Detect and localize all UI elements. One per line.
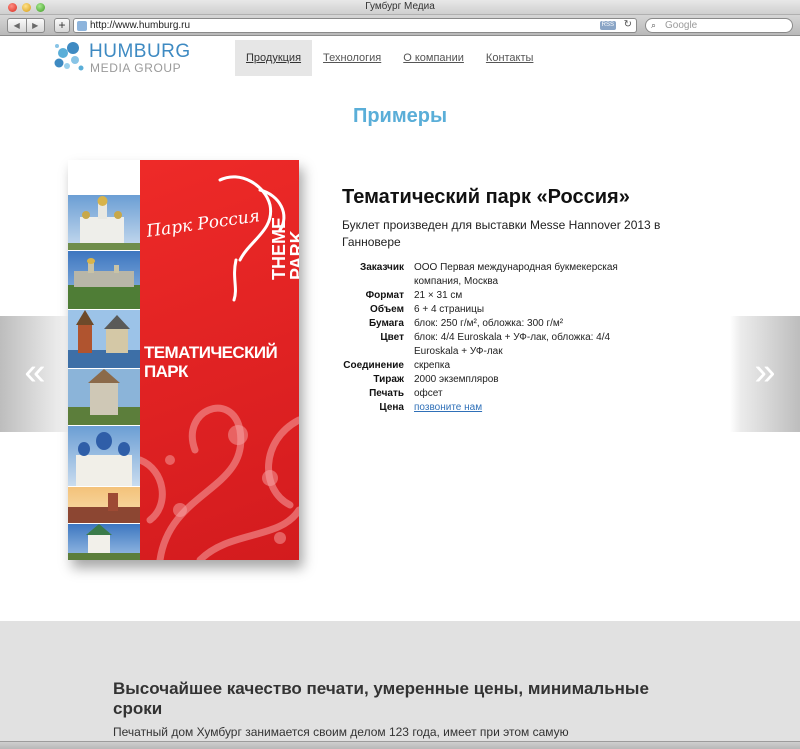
spec-row-run: Тираж 2000 экземпляров (342, 373, 642, 387)
spec-row-binding: Соединение скрепка (342, 359, 642, 373)
photo-strip (68, 195, 140, 560)
call-us-link[interactable]: позвоните нам (414, 402, 482, 413)
back-button[interactable]: ◀ (8, 19, 27, 32)
spec-value-price: позвоните нам (414, 401, 640, 415)
spec-value: 21 × 31 см (414, 290, 463, 301)
booklet-title-line2: ПАРК (144, 362, 188, 381)
spec-row-paper: Бумага блок: 250 г/м², обложка: 300 г/м² (342, 317, 642, 331)
spec-label: Печать (369, 388, 404, 399)
band-text: Печатный дом Хумбург занимается своим де… (113, 725, 569, 739)
booklet-image: Парк Россия THEME PARK ТЕМАТИЧЕСКИЙ ПАРК (68, 160, 299, 560)
double-chevron-left-icon: « (24, 351, 46, 393)
section-title: Примеры (352, 105, 448, 127)
add-bookmark-button[interactable]: + (54, 18, 70, 33)
browser-status-bar (0, 741, 800, 749)
next-slide-button[interactable]: » (730, 316, 800, 432)
spec-row-color: Цвет блок: 4/4 Euroskala + УФ-лак, облож… (342, 331, 642, 359)
url-text[interactable]: http://www.humburg.ru (90, 20, 190, 31)
spec-row-print: Печать офсет (342, 387, 642, 401)
spec-value: 2000 экземпляров (414, 374, 499, 385)
booklet-theme-park: THEME PARK (269, 200, 299, 280)
spec-value: 6 + 4 страницы (414, 304, 485, 315)
product-description: Буклет произведен для выставки Messe Han… (342, 218, 661, 249)
spec-label: Бумага (368, 318, 404, 329)
product-title: Тематический парк «Россия» (342, 186, 630, 208)
booklet-cover: Парк Россия THEME PARK ТЕМАТИЧЕСКИЙ ПАРК (140, 160, 299, 560)
spec-label: Заказчик (359, 262, 404, 273)
logo-dots-icon (54, 42, 84, 71)
address-bar[interactable]: http://www.humburg.ru RSS ↻ (73, 18, 637, 33)
nav-item-contacts[interactable]: Контакты (475, 40, 545, 76)
search-field[interactable]: ⌕ Google (645, 18, 793, 33)
spec-label: Цвет (380, 332, 404, 343)
spec-row-volume: Объем 6 + 4 страницы (342, 303, 642, 317)
spec-row-price: Цена позвоните нам (342, 401, 642, 415)
nav-item-about[interactable]: О компании (392, 40, 475, 76)
spec-value: блок: 4/4 Euroskala + УФ-лак, обложка: 4… (414, 332, 611, 357)
double-chevron-right-icon: » (754, 351, 776, 393)
browser-toolbar: ◀ ▶ + http://www.humburg.ru RSS ↻ ⌕ Goog… (0, 15, 800, 36)
spec-label: Объем (370, 304, 404, 315)
band-heading: Высочайшее качество печати, умеренные це… (113, 679, 649, 718)
rss-icon[interactable]: RSS (599, 21, 616, 30)
site-logo[interactable]: HUMBURG MEDIA GROUP (53, 41, 193, 77)
favicon-icon (77, 21, 87, 31)
search-icon: ⌕ (651, 20, 657, 30)
logo-text-bottom: MEDIA GROUP (90, 61, 182, 75)
browser-titlebar: Гумбург Медиа (0, 0, 800, 15)
window-title: Гумбург Медиа (365, 1, 435, 12)
booklet-main-title: ТЕМАТИЧЕСКИЙ ПАРК (144, 343, 278, 381)
spec-row-format: Формат 21 × 31 см (342, 289, 642, 303)
spec-value: скрепка (414, 360, 451, 371)
spec-label: Соединение (343, 360, 404, 371)
spec-label: Тираж (373, 374, 404, 385)
nav-item-technology[interactable]: Технология (312, 40, 392, 76)
product-specs: Заказчик ООО Первая международная букмек… (342, 261, 642, 415)
logo-text-top: HUMBURG (89, 41, 191, 62)
spec-value: офсет (414, 388, 443, 399)
main-navigation: Продукция Технология О компании Контакты (235, 40, 544, 76)
spec-label: Цена (379, 402, 404, 413)
spec-value: блок: 250 г/м², обложка: 300 г/м² (414, 318, 564, 329)
spec-row-client: Заказчик ООО Первая международная букмек… (342, 261, 642, 289)
spec-label: Формат (365, 290, 404, 301)
reload-icon[interactable]: ↻ (624, 19, 632, 30)
booklet-theme-line1: THEME (269, 217, 289, 280)
prev-slide-button[interactable]: « (0, 316, 70, 432)
nav-item-products[interactable]: Продукция (235, 40, 313, 76)
booklet-theme-line2: PARK (287, 230, 299, 280)
search-placeholder: Google (665, 20, 698, 31)
booklet-title-line1: ТЕМАТИЧЕСКИЙ (144, 343, 278, 362)
history-nav: ◀ ▶ (7, 18, 45, 33)
spec-value: ООО Первая международная букмекерская ко… (414, 262, 618, 287)
forward-button[interactable]: ▶ (27, 19, 45, 32)
